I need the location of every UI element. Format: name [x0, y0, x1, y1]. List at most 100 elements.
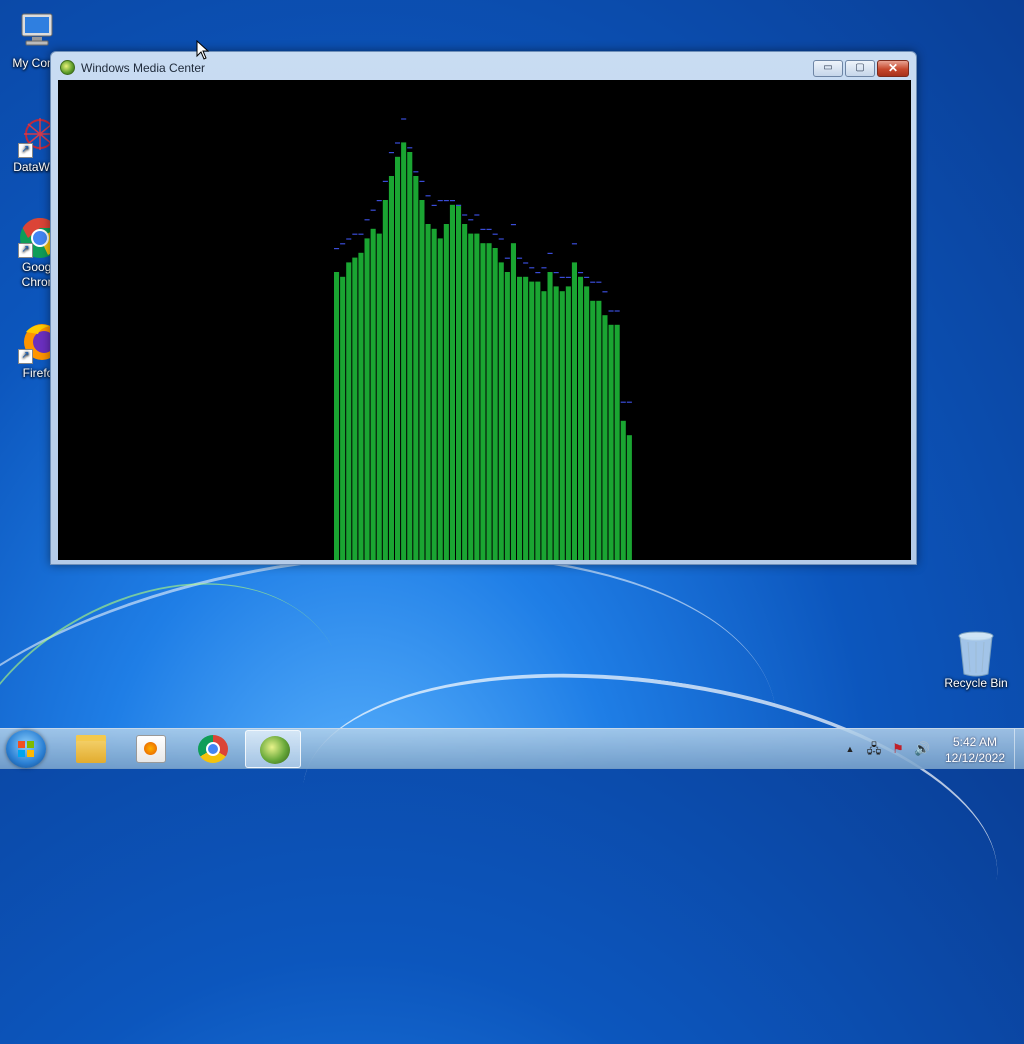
visualizer-bar — [486, 243, 492, 560]
visualizer-bar — [584, 286, 590, 560]
visualizer-bar — [578, 276, 584, 560]
media-center-icon — [60, 60, 75, 75]
show-desktop-button[interactable] — [1014, 729, 1024, 769]
start-button[interactable] — [6, 730, 46, 768]
shortcut-arrow-icon: ↗ — [18, 143, 33, 158]
taskbar-item-media-center[interactable] — [245, 730, 301, 768]
visualizer-peak — [596, 281, 602, 283]
desktop-icon-recycle-bin[interactable]: Recycle Bin — [938, 630, 1014, 691]
media-center-window[interactable]: Windows Media Center ▭ ▢ ✕ — [50, 51, 917, 565]
visualizer-peak — [449, 200, 455, 202]
visualizer-peak — [584, 276, 590, 278]
visualizer-bar — [346, 262, 352, 560]
visualizer-bar — [376, 233, 382, 560]
visualizer-bar — [492, 248, 498, 560]
visualizer-peak — [425, 195, 431, 197]
visualizer-bar — [498, 262, 504, 560]
visualizer-peak — [340, 243, 346, 245]
visualizer-peak — [510, 224, 516, 226]
recycle-bin-icon — [954, 630, 998, 677]
taskbar-item-media-player[interactable] — [122, 730, 178, 768]
title-bar[interactable]: Windows Media Center ▭ ▢ ✕ — [51, 52, 916, 82]
visualizer-peak — [334, 248, 340, 250]
visualizer-bar — [413, 176, 419, 560]
visualizer-peak — [413, 171, 419, 173]
visualizer-bar — [364, 238, 370, 560]
visualizer-peak — [547, 252, 553, 254]
visualizer-bar — [388, 176, 394, 560]
visualizer-peak — [559, 276, 565, 278]
visualizer-peak — [480, 228, 486, 230]
visualizer-bar — [547, 272, 553, 560]
visualizer-bar — [590, 300, 596, 560]
visualizer-bar — [425, 224, 431, 560]
maximize-button[interactable]: ▢ — [845, 60, 875, 77]
action-center-icon[interactable]: ⚑ — [890, 741, 906, 757]
desktop-icon-label: Recycle Bin — [944, 676, 1008, 690]
taskbar-item-chrome[interactable] — [184, 730, 240, 768]
visualizer-area[interactable] — [58, 80, 911, 560]
visualizer-peak — [468, 219, 474, 221]
visualizer-bar — [535, 281, 541, 560]
visualizer-bar — [401, 142, 407, 560]
network-icon[interactable]: 🖧 — [866, 741, 882, 757]
visualizer-peak — [395, 142, 401, 144]
visualizer-bar — [462, 224, 468, 560]
clock-time: 5:42 AM — [952, 735, 998, 749]
visualizer-peak — [474, 214, 480, 216]
close-button[interactable]: ✕ — [877, 60, 909, 77]
visualizer-peak — [462, 214, 468, 216]
visualizer-peak — [358, 233, 364, 235]
visualizer-peak — [529, 267, 535, 269]
visualizer-peak — [388, 152, 394, 154]
visualizer-bar — [456, 204, 462, 560]
visualizer-bar — [565, 286, 571, 560]
visualizer-peak — [553, 272, 559, 274]
visualizer-bar — [480, 243, 486, 560]
visualizer-peak — [419, 180, 425, 182]
visualizer-bar — [620, 420, 626, 560]
visualizer-bar — [340, 276, 346, 560]
visualizer-bar — [370, 228, 376, 560]
visualizer-peak — [401, 118, 407, 120]
visualizer-bar — [614, 324, 620, 560]
taskbar-item-explorer[interactable] — [62, 730, 118, 768]
visualizer-bar — [517, 276, 523, 560]
visualizer-bar — [529, 281, 535, 560]
minimize-button[interactable]: ▭ — [813, 60, 843, 77]
visualizer-peak — [364, 219, 370, 221]
visualizer-bar — [510, 243, 516, 560]
visualizer-bar — [504, 272, 510, 560]
visualizer-bar — [382, 200, 388, 560]
visualizer-peak — [376, 200, 382, 202]
media-center-icon — [260, 736, 290, 764]
visualizer-bar — [559, 291, 565, 560]
visualizer-bar — [602, 315, 608, 560]
visualizer-peak — [590, 281, 596, 283]
visualizer-peak — [504, 257, 510, 259]
volume-icon[interactable]: 🔊 — [914, 741, 930, 757]
visualizer-bar — [608, 324, 614, 560]
visualizer-peak — [498, 238, 504, 240]
visualizer-peak — [443, 200, 449, 202]
visualizer-peak — [486, 228, 492, 230]
visualizer-bar — [437, 238, 443, 560]
visualizer-peak — [535, 272, 541, 274]
shortcut-arrow-icon: ↗ — [18, 243, 33, 258]
visualizer-bar — [395, 156, 401, 560]
visualizer-peak — [407, 147, 413, 149]
visualizer-peak — [517, 257, 523, 259]
visualizer-peak — [523, 262, 529, 264]
visualizer-bar — [334, 272, 340, 560]
show-hidden-icons-icon[interactable]: ▲ — [842, 741, 858, 757]
visualizer-peak — [352, 233, 358, 235]
media-player-icon — [136, 735, 166, 763]
visualizer-bar — [626, 435, 632, 560]
visualizer-bar — [407, 152, 413, 560]
visualizer-peak — [346, 238, 352, 240]
audio-visualizer — [334, 118, 632, 560]
visualizer-peak — [608, 310, 614, 312]
clock[interactable]: 5:42 AM 12/12/2022 — [936, 734, 1014, 766]
visualizer-bar — [449, 204, 455, 560]
computer-icon — [16, 10, 60, 54]
